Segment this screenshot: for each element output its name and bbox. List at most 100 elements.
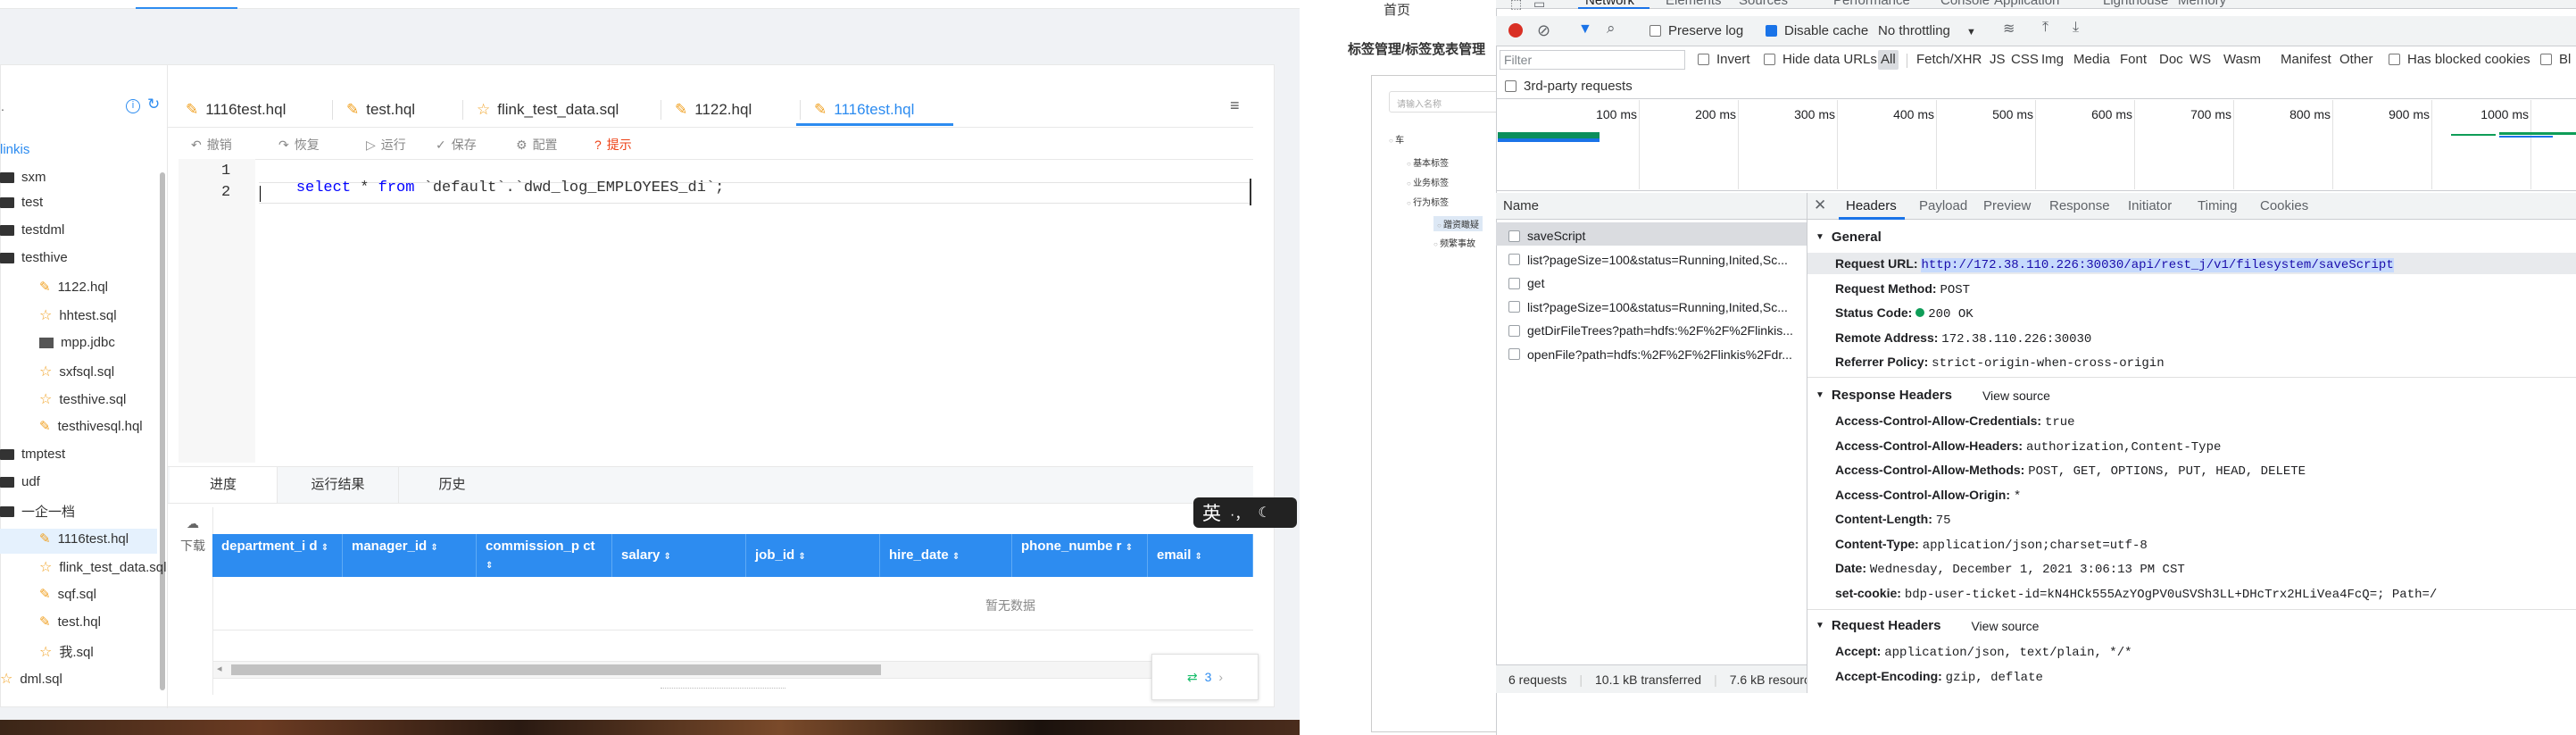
hint-button[interactable]: ? 提示 (594, 136, 632, 154)
view-source-link[interactable]: View source (1971, 619, 2039, 633)
detail-tab[interactable]: Response (2049, 198, 2110, 213)
editor-tab[interactable]: ✎ 1116test.hql (186, 93, 286, 127)
tree-item[interactable]: ☆ hhtest.sql (39, 306, 117, 324)
header-row[interactable]: Accept: application/json, text/plain, */… (1835, 644, 2132, 660)
type-filter-button[interactable]: Font (2117, 50, 2149, 70)
sort-icon[interactable]: ⇕ (798, 552, 805, 562)
inspect-icon[interactable]: ⬚ (1510, 0, 1522, 12)
close-detail-icon[interactable]: ✕ (1814, 196, 1826, 214)
tree-item[interactable]: test (0, 195, 43, 210)
request-row[interactable]: saveScript (1508, 224, 1812, 247)
blocked-cookies-checkbox[interactable]: Has blocked cookies (2389, 52, 2530, 67)
request-row[interactable]: list?pageSize=100&status=Running,Inited,… (1508, 248, 1812, 271)
devtools-top-tab[interactable]: Application (1994, 0, 2059, 8)
column-header[interactable]: email ⇕ (1148, 534, 1253, 577)
header-row[interactable]: Date: Wednesday, December 1, 2021 3:06:1… (1835, 561, 2185, 577)
search-icon[interactable]: ⌕ (1607, 20, 1616, 38)
devtools-top-tab[interactable]: Memory (2178, 0, 2226, 8)
header-row[interactable]: Referrer Policy: strict-origin-when-cros… (1835, 355, 2165, 371)
column-header[interactable]: hire_date ⇕ (880, 534, 1012, 577)
column-header[interactable]: job_id ⇕ (746, 534, 880, 577)
invert-checkbox[interactable]: Invert (1698, 52, 1750, 67)
clear-icon[interactable]: ⊘ (1537, 21, 1550, 40)
tree-item[interactable]: ✎ testhivesql.hql (39, 418, 143, 435)
preserve-log-checkbox[interactable]: Preserve log (1649, 23, 1743, 38)
header-row[interactable]: Access-Control-Allow-Headers: authorizat… (1835, 438, 2221, 455)
detail-tab[interactable]: Preview (1983, 198, 2031, 213)
request-row[interactable]: openFile?path=hdfs:%2F%2F%2Flinkis%2Fdr.… (1508, 343, 1812, 366)
tree-item[interactable]: ☆ testhive.sql (39, 390, 126, 408)
sort-icon[interactable]: ⇕ (321, 543, 328, 553)
run-button[interactable]: ▷ 运行 (366, 136, 406, 154)
device-icon[interactable]: ▭ (1533, 0, 1545, 12)
tree-item[interactable]: ✎ 1116test.hql (39, 530, 129, 547)
header-row[interactable]: Access-Control-Allow-Origin: * (1835, 488, 2021, 504)
type-filter-button[interactable]: All (1878, 50, 1899, 70)
column-header[interactable]: commission_p ct ⇕ (477, 534, 612, 577)
column-header[interactable]: manager_id ⇕ (343, 534, 477, 577)
type-filter-button[interactable]: CSS (2008, 50, 2041, 70)
filter-input[interactable]: Filter (1500, 50, 1685, 70)
scrollbar-thumb[interactable] (231, 664, 881, 675)
tree-item[interactable]: ☆ sxfsql.sql (39, 363, 114, 380)
header-row[interactable]: Access-Control-Allow-Methods: POST, GET,… (1835, 463, 2306, 479)
type-filter-button[interactable]: Wasm (2221, 50, 2264, 70)
type-filter-button[interactable]: Img (2039, 50, 2066, 70)
sidebar-scrollbar[interactable] (160, 172, 165, 690)
tree-item[interactable]: linkis (0, 142, 29, 157)
type-filter-button[interactable]: WS (2187, 50, 2214, 70)
sort-icon[interactable]: ⇕ (1195, 552, 1202, 562)
header-row[interactable]: Content-Length: 75 (1835, 512, 1951, 528)
blocked-requests-checkbox[interactable]: Bl (2540, 52, 2571, 67)
devtools-top-tab[interactable]: Console (1940, 0, 1990, 8)
tag-tree-item[interactable]: ○ 基本标签 (1407, 155, 1449, 169)
request-headers-title[interactable]: ▼ Request Headers View source (1816, 618, 2039, 633)
tree-item[interactable]: ☆ dml.sql (0, 670, 62, 688)
detail-tab[interactable]: Timing (2198, 198, 2237, 213)
tree-item[interactable]: 一企一档 (0, 502, 75, 521)
info-icon[interactable]: i (126, 99, 140, 113)
header-row[interactable]: Accept-Encoding: gzip, deflate (1835, 669, 2043, 685)
editor-tab[interactable]: ✎ test.hql (346, 93, 415, 127)
tree-item[interactable]: ☆ flink_test_data.sql (39, 558, 166, 576)
disable-cache-checkbox[interactable]: Disable cache (1766, 23, 1868, 38)
redo-button[interactable]: ↷ 恢复 (278, 136, 320, 154)
type-filter-button[interactable]: Media (2071, 50, 2113, 70)
devtools-top-tab[interactable]: Lighthouse (2103, 0, 2168, 8)
name-column-header[interactable]: Name (1503, 198, 1539, 213)
column-header[interactable]: phone_numbe r ⇕ (1012, 534, 1148, 577)
tag-tree-item[interactable]: ○ 蹭资瞰疑 (1433, 216, 1483, 231)
tag-tree-item[interactable]: ○ 车 (1389, 132, 1404, 146)
tree-item[interactable]: ✎ sqf.sql (39, 586, 96, 603)
upload-icon[interactable]: ⤒ (2042, 20, 2048, 36)
tree-item[interactable]: tmptest (0, 447, 65, 462)
column-header[interactable]: department_i d ⇕ (212, 534, 343, 577)
sort-icon[interactable]: ⇕ (664, 552, 671, 562)
wifi-icon[interactable]: ≋ (2003, 20, 2015, 38)
scroll-left-icon[interactable]: ◂ (217, 663, 222, 674)
editor-tab[interactable]: ✎ 1122.hql (675, 93, 752, 127)
tag-tree-item[interactable]: ○ 业务标签 (1407, 175, 1449, 188)
tab-menu-icon[interactable]: ≡ (1230, 96, 1240, 115)
header-row[interactable]: Remote Address: 172.38.110.226:30030 (1835, 330, 2091, 347)
ime-indicator[interactable]: 英 ·， ☾ (1193, 497, 1297, 528)
devtools-top-tab[interactable]: Sources (1739, 0, 1788, 8)
type-filter-button[interactable]: Other (2337, 50, 2376, 70)
type-filter-button[interactable]: Manifest (2278, 50, 2334, 70)
sort-icon[interactable]: ⇕ (952, 552, 960, 562)
detail-tab[interactable]: Payload (1919, 198, 1967, 213)
response-headers-title[interactable]: ▼ Response Headers View source (1816, 388, 2050, 403)
tree-item[interactable]: ✎ 1122.hql (39, 279, 108, 296)
general-section-title[interactable]: ▼ General (1816, 230, 1882, 245)
tree-item[interactable]: testhive (0, 250, 68, 265)
third-party-checkbox[interactable]: 3rd-party requests (1505, 79, 1633, 94)
editor-tab[interactable]: ✎ 1116test.hql (814, 93, 914, 127)
save-button[interactable]: ✓ 保存 (436, 136, 477, 154)
view-source-link[interactable]: View source (1982, 388, 2050, 403)
header-row[interactable]: set-cookie: bdp-user-ticket-id=kN4HCk555… (1835, 586, 2437, 602)
request-row[interactable]: get (1508, 271, 1812, 295)
tree-item[interactable]: testdml (0, 222, 64, 238)
filter-icon[interactable]: ▼ (1578, 21, 1592, 38)
header-row[interactable]: Request Method: POST (1835, 281, 1970, 297)
type-filter-button[interactable]: Doc (2156, 50, 2186, 70)
